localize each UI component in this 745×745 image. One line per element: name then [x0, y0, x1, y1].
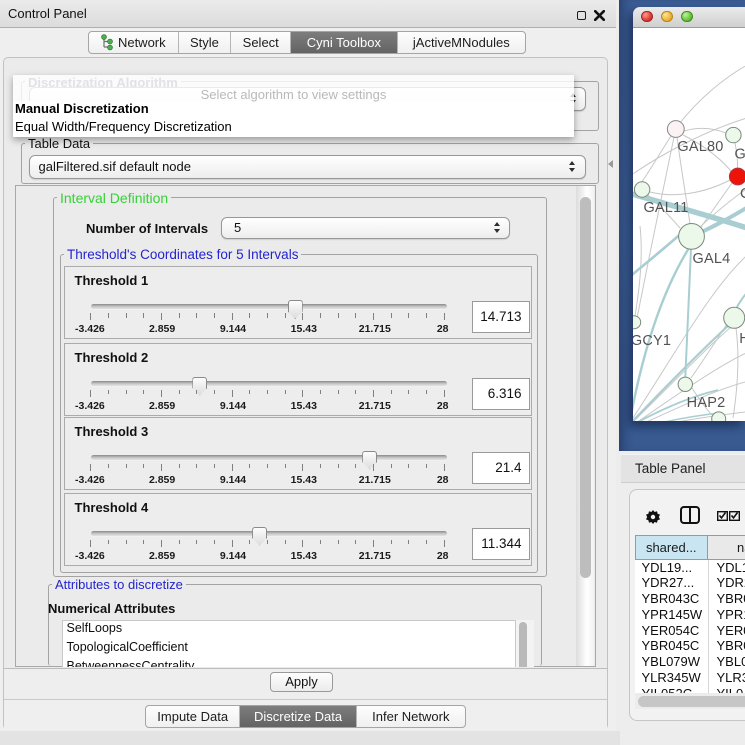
svg-text:HAP2: HAP2 — [686, 395, 725, 411]
svg-text:GAL2: GAL2 — [734, 147, 745, 163]
svg-text:H: H — [739, 331, 745, 347]
svg-text:GCY1: GCY1 — [633, 333, 671, 349]
svg-text:GAL4: GAL4 — [692, 251, 730, 267]
svg-text:CY: CY — [740, 186, 745, 202]
svg-text:GAL11: GAL11 — [643, 200, 688, 216]
svg-text:GAL80: GAL80 — [677, 139, 723, 155]
